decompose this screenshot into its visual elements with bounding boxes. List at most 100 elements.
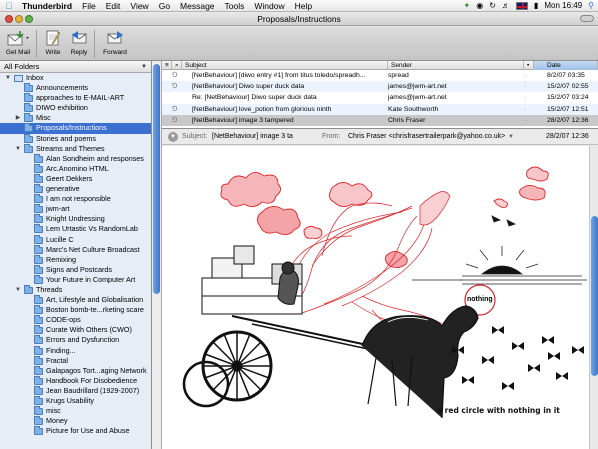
message-row[interactable]: ⅁ [NetBehaviour] love_potion from gloriou… bbox=[162, 103, 598, 115]
menu-bar:  Thunderbird File Edit View Go Message … bbox=[0, 0, 598, 12]
disclosure-open-icon[interactable]: ▼ bbox=[14, 144, 22, 154]
menu-tools[interactable]: Tools bbox=[220, 0, 250, 11]
folder-item[interactable]: Art, Lifestyle and Globalisation bbox=[0, 295, 151, 305]
date-column-header[interactable]: Date bbox=[534, 61, 598, 70]
folder-item[interactable]: ▶ Misc bbox=[0, 113, 151, 123]
read-status-icon: · bbox=[524, 83, 527, 91]
read-column-icon[interactable]: • bbox=[524, 61, 534, 70]
wifi-icon[interactable]: ◉ bbox=[476, 0, 483, 11]
folder-item[interactable]: Boston bomb-te...rketing scare bbox=[0, 305, 151, 315]
folder-icon bbox=[34, 305, 43, 315]
folder-icon bbox=[34, 204, 43, 214]
disclosure-closed-icon[interactable]: ▶ bbox=[14, 113, 22, 123]
get-mail-icon bbox=[7, 31, 29, 46]
folder-item[interactable]: Geert Dekkers bbox=[0, 173, 151, 184]
folder-item[interactable]: Signs and Postcards bbox=[0, 264, 151, 275]
folder-icon bbox=[34, 163, 43, 173]
folder-item[interactable]: Your Future in Computer Art bbox=[0, 274, 151, 285]
menu-file[interactable]: File bbox=[77, 0, 101, 11]
disclosure-open-icon[interactable]: ▼ bbox=[14, 285, 22, 295]
volume-icon[interactable]: ♬ bbox=[502, 0, 510, 11]
folder-view-selector[interactable]: All Folders ▼ bbox=[0, 61, 151, 73]
menu-go[interactable]: Go bbox=[154, 0, 175, 11]
thread-column-icon[interactable]: ≡ bbox=[162, 61, 172, 70]
menu-extras: ✦ ◉ ↻ ♬ ▮ Mon 16:49 ⚲ bbox=[464, 0, 594, 11]
folder-item[interactable]: Stories and poems bbox=[0, 133, 151, 144]
folder-item[interactable]: Handbook For Disobedience bbox=[0, 375, 151, 386]
message-row[interactable]: ⅁ [NetBehaviour] [diwo entry #1] from tit… bbox=[162, 70, 598, 81]
folder-item[interactable]: Finding... bbox=[0, 345, 151, 356]
folder-item[interactable]: Arc.Anomino HTML bbox=[0, 163, 151, 174]
clock[interactable]: Mon 16:49 bbox=[544, 0, 582, 11]
message-row[interactable]: ⅁ [NetBehaviour] image 3 tampered Chris Fr… bbox=[162, 114, 598, 126]
folder-item[interactable]: Galapagos Tort...aging Network bbox=[0, 365, 151, 376]
spotlight-icon[interactable]: ⚲ bbox=[588, 0, 594, 11]
apple-menu-icon[interactable]:  bbox=[4, 1, 14, 11]
menu-message[interactable]: Message bbox=[175, 0, 220, 11]
folder-item[interactable]: misc bbox=[0, 406, 151, 416]
folder-item[interactable]: Remixing bbox=[0, 254, 151, 265]
message-sender: Chris Fraser bbox=[388, 116, 426, 124]
status-app-icon[interactable]: ✦ bbox=[464, 0, 471, 11]
folder-label: Inbox bbox=[26, 73, 44, 82]
folder-item[interactable]: ▼ Inbox bbox=[0, 73, 151, 83]
message-subject: [NetBehaviour] image 3 tampered bbox=[192, 116, 294, 124]
folder-scroll-thumb[interactable] bbox=[153, 64, 160, 294]
folder-item[interactable]: approaches to E-MAIL-ART bbox=[0, 93, 151, 103]
folder-item[interactable]: ▼ Streams and Themes bbox=[0, 143, 151, 154]
message-date: 28/2/07 12:36 bbox=[547, 116, 589, 124]
menu-help[interactable]: Help bbox=[290, 0, 317, 11]
attachment-column-icon[interactable]: ⌕ bbox=[172, 61, 182, 70]
from-menu-icon[interactable]: ▼ bbox=[508, 129, 514, 145]
header-expand-icon[interactable]: ▼ bbox=[168, 132, 178, 142]
folder-item[interactable]: ▼ Threads bbox=[0, 284, 151, 295]
write-button[interactable]: Write bbox=[40, 28, 66, 56]
folder-item[interactable]: Lucille C bbox=[0, 234, 151, 245]
folder-item[interactable]: DIWO exhibition bbox=[0, 103, 151, 113]
folder-item[interactable]: Knight Undressing bbox=[0, 214, 151, 224]
input-flag-icon[interactable] bbox=[515, 2, 528, 10]
folder-item[interactable]: jwm-art bbox=[0, 204, 151, 214]
message-rows: ⅁ [NetBehaviour] [diwo entry #1] from tit… bbox=[162, 70, 598, 126]
disclosure-open-icon[interactable]: ▼ bbox=[4, 73, 12, 83]
folder-item[interactable]: Money bbox=[0, 416, 151, 426]
toolbar-toggle-button[interactable] bbox=[580, 15, 594, 22]
forward-button[interactable]: Forward bbox=[98, 28, 132, 56]
folder-item[interactable]: Picture for Use and Abuse bbox=[0, 426, 151, 436]
folder-item[interactable]: I am not responsible bbox=[0, 194, 151, 204]
folder-item[interactable]: CODE-ops bbox=[0, 315, 151, 325]
menu-edit[interactable]: Edit bbox=[101, 0, 126, 11]
menu-view[interactable]: View bbox=[125, 0, 153, 11]
folder-icon bbox=[34, 184, 43, 194]
preview-scrollbar[interactable] bbox=[589, 146, 598, 449]
preview-scroll-thumb[interactable] bbox=[591, 216, 598, 376]
battery-icon[interactable]: ▮ bbox=[534, 0, 538, 11]
message-row[interactable]: ⅁ [NetBehaviour] Diwo super duck data jame… bbox=[162, 81, 598, 93]
sync-icon[interactable]: ↻ bbox=[489, 0, 496, 11]
get-mail-button[interactable]: Get Mail bbox=[2, 28, 34, 56]
folder-item[interactable]: Krugs Usability bbox=[0, 396, 151, 406]
folder-item[interactable]: Fractal bbox=[0, 355, 151, 366]
header-from[interactable]: Chris Fraser <chrisfrasertrailerpark@yah… bbox=[348, 129, 505, 145]
main-toolbar: Get Mail Write Reply Forward bbox=[0, 27, 598, 61]
folder-item[interactable]: Proposals/Instructions bbox=[0, 123, 151, 134]
folder-icon bbox=[34, 385, 43, 395]
reply-button[interactable]: Reply bbox=[66, 28, 92, 56]
folder-item[interactable]: Marc's Net Culture Broadcast bbox=[0, 244, 151, 255]
attachment-icon: ⅁ bbox=[172, 72, 178, 79]
attachment-icon: ⅁ bbox=[172, 105, 178, 113]
folder-scrollbar[interactable] bbox=[152, 61, 162, 449]
folder-item[interactable]: Lem Urtastic Vs RandomLab bbox=[0, 224, 151, 234]
menu-app[interactable]: Thunderbird bbox=[14, 0, 77, 11]
folder-icon bbox=[24, 133, 33, 143]
message-row[interactable]: Re: [NetBehaviour] Diwo super duck data j… bbox=[162, 92, 598, 103]
folder-item[interactable]: generative bbox=[0, 184, 151, 194]
folder-item[interactable]: Errors and Dysfunction bbox=[0, 335, 151, 345]
sender-column-header[interactable]: Sender bbox=[388, 61, 524, 70]
folder-item[interactable]: Alan Sondheim and responses bbox=[0, 153, 151, 164]
folder-item[interactable]: Announcements bbox=[0, 83, 151, 93]
folder-item[interactable]: Curate With Others (CWO) bbox=[0, 325, 151, 335]
menu-window[interactable]: Window bbox=[249, 0, 289, 11]
subject-column-header[interactable]: Subject bbox=[182, 61, 388, 70]
folder-item[interactable]: Jean Baudrillard (1929-2007) bbox=[0, 385, 151, 396]
